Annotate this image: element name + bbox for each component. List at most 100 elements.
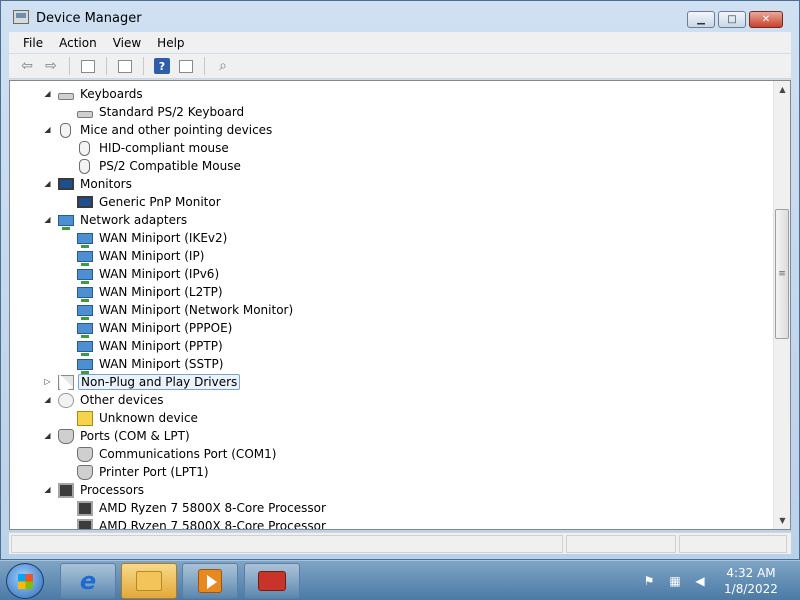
mouse-icon [79,140,90,156]
collapse-triangle-icon[interactable]: ◢ [43,395,52,404]
action-center-flag-icon[interactable]: ⚑ [642,574,656,588]
network-status-icon[interactable]: ▦ [668,574,682,588]
network-adapter-icon [77,250,93,266]
tree-category-row[interactable]: Processors [58,481,146,499]
network-adapter-icon [77,232,93,248]
unknown-device-warning-icon [77,410,93,426]
processor-icon [58,482,74,498]
volume-muted-icon[interactable]: ◀ [693,574,707,588]
menu-view[interactable]: View [105,36,149,50]
start-button[interactable] [6,563,44,599]
tree-device-row[interactable]: WAN Miniport (IPv6) [77,265,221,284]
internet-explorer-icon[interactable]: e [60,563,116,599]
tree-item-label: WAN Miniport (IP) [99,249,205,263]
toolbar-separator [106,57,107,75]
port-icon [58,428,74,444]
scan-hardware-changes-icon[interactable]: ⌕ [213,56,233,76]
status-bar-panel [679,535,787,553]
tree-category-row[interactable]: Other devices [58,391,166,409]
tree-device-row[interactable]: WAN Miniport (PPPOE) [77,319,234,338]
network-adapter-icon [77,322,93,338]
tree-item-label: Other devices [80,393,164,407]
tree-category-row[interactable]: Ports (COM & LPT) [58,427,192,445]
processor-icon [77,518,93,529]
windows-explorer-icon[interactable] [121,563,177,599]
collapse-triangle-icon[interactable]: ◢ [43,179,52,188]
title-bar[interactable]: Device Manager ▁ □ ✕ [1,1,799,33]
port-icon [77,464,93,480]
scroll-up-icon[interactable]: ▲ [774,81,791,98]
close-icon: ✕ [761,14,771,25]
tree-device-row[interactable]: Printer Port (LPT1) [77,463,211,481]
show-hide-action-pane-icon[interactable] [176,56,196,76]
maximize-button[interactable]: □ [718,11,746,28]
clock-date: 1/8/2022 [724,582,778,596]
tree-item-label: WAN Miniport (Network Monitor) [99,303,294,317]
tree-device-row[interactable]: WAN Miniport (IP) [77,247,206,266]
toolbox-icon[interactable] [244,563,300,599]
tree-item-label: Printer Port (LPT1) [99,465,209,479]
tree-item-label: Network adapters [80,213,188,227]
port-icon [77,446,93,462]
minimize-icon: ▁ [697,14,705,25]
expand-triangle-icon[interactable]: ▷ [43,377,52,386]
tree-item-label: Generic PnP Monitor [99,195,221,209]
tree-category-row[interactable]: Keyboards [58,85,145,103]
forward-arrow-icon[interactable]: ⇨ [41,56,61,76]
tree-device-row[interactable]: Generic PnP Monitor [77,193,223,211]
tree-device-row[interactable]: WAN Miniport (IKEv2) [77,229,229,248]
processor-icon [77,500,93,516]
tree-device-row[interactable]: WAN Miniport (L2TP) [77,283,225,302]
tree-item-label: AMD Ryzen 7 5800X 8-Core Processor [99,501,326,515]
tree-device-row[interactable]: AMD Ryzen 7 5800X 8-Core Processor [77,499,328,517]
tree-category-row[interactable]: Non-Plug and Play Drivers [58,373,241,391]
tree-device-row[interactable]: Unknown device [77,409,200,427]
tree-device-row[interactable]: WAN Miniport (PPTP) [77,337,225,356]
properties-icon[interactable] [115,56,135,76]
tree-item-label: Non-Plug and Play Drivers [78,374,241,390]
device-tree: ◢ Keyboards Standard PS/2 Keyboard ◢ Mice an… [10,81,774,529]
vertical-scrollbar[interactable]: ▲ ≡ ▼ [773,81,790,529]
tree-item-label: Mice and other pointing devices [80,123,273,137]
toolbar-separator [143,57,144,75]
close-button[interactable]: ✕ [749,11,783,28]
keyboard-icon [58,92,74,100]
tree-item-label: Ports (COM & LPT) [80,429,190,443]
menu-help[interactable]: Help [149,36,192,50]
network-adapter-icon [77,286,93,302]
tree-device-row[interactable]: Standard PS/2 Keyboard [77,103,246,121]
scrollbar-thumb[interactable]: ≡ [775,209,789,339]
scroll-down-icon[interactable]: ▼ [774,512,791,529]
show-hide-console-tree-icon[interactable] [78,56,98,76]
tree-device-row[interactable]: WAN Miniport (SSTP) [77,355,225,374]
help-icon[interactable]: ? [152,56,172,76]
collapse-triangle-icon[interactable]: ◢ [43,89,52,98]
tree-device-row[interactable]: HID-compliant mouse [77,139,231,157]
tree-device-row[interactable]: AMD Ryzen 7 5800X 8-Core Processor [77,517,328,529]
keyboard-icon [77,110,93,118]
tree-item-label: WAN Miniport (IKEv2) [99,231,228,245]
collapse-triangle-icon[interactable]: ◢ [43,485,52,494]
tree-device-row[interactable]: PS/2 Compatible Mouse [77,157,243,175]
collapse-triangle-icon[interactable]: ◢ [43,431,52,440]
tree-item-label: Standard PS/2 Keyboard [99,105,245,119]
toolbar: ⇦ ⇨ ? ⌕ [9,54,791,79]
tree-category-row[interactable]: Mice and other pointing devices [58,121,274,139]
network-adapter-icon [77,340,93,356]
toolbar-separator [69,57,70,75]
device-manager-app-icon [13,10,29,24]
maximize-icon: □ [727,14,737,25]
tree-device-row[interactable]: Communications Port (COM1) [77,445,278,463]
menu-file[interactable]: File [15,36,51,50]
tree-device-row[interactable]: WAN Miniport (Network Monitor) [77,301,295,320]
media-player-icon[interactable] [182,563,238,599]
tree-category-row[interactable]: Network adapters [58,211,189,230]
collapse-triangle-icon[interactable]: ◢ [43,215,52,224]
system-clock[interactable]: 4:32 AM 1/8/2022 [718,565,784,597]
tree-category-row[interactable]: Monitors [58,175,134,193]
back-arrow-icon[interactable]: ⇦ [17,56,37,76]
menu-action[interactable]: Action [51,36,105,50]
clock-time: 4:32 AM [726,566,776,580]
collapse-triangle-icon[interactable]: ◢ [43,125,52,134]
minimize-button[interactable]: ▁ [687,11,715,28]
